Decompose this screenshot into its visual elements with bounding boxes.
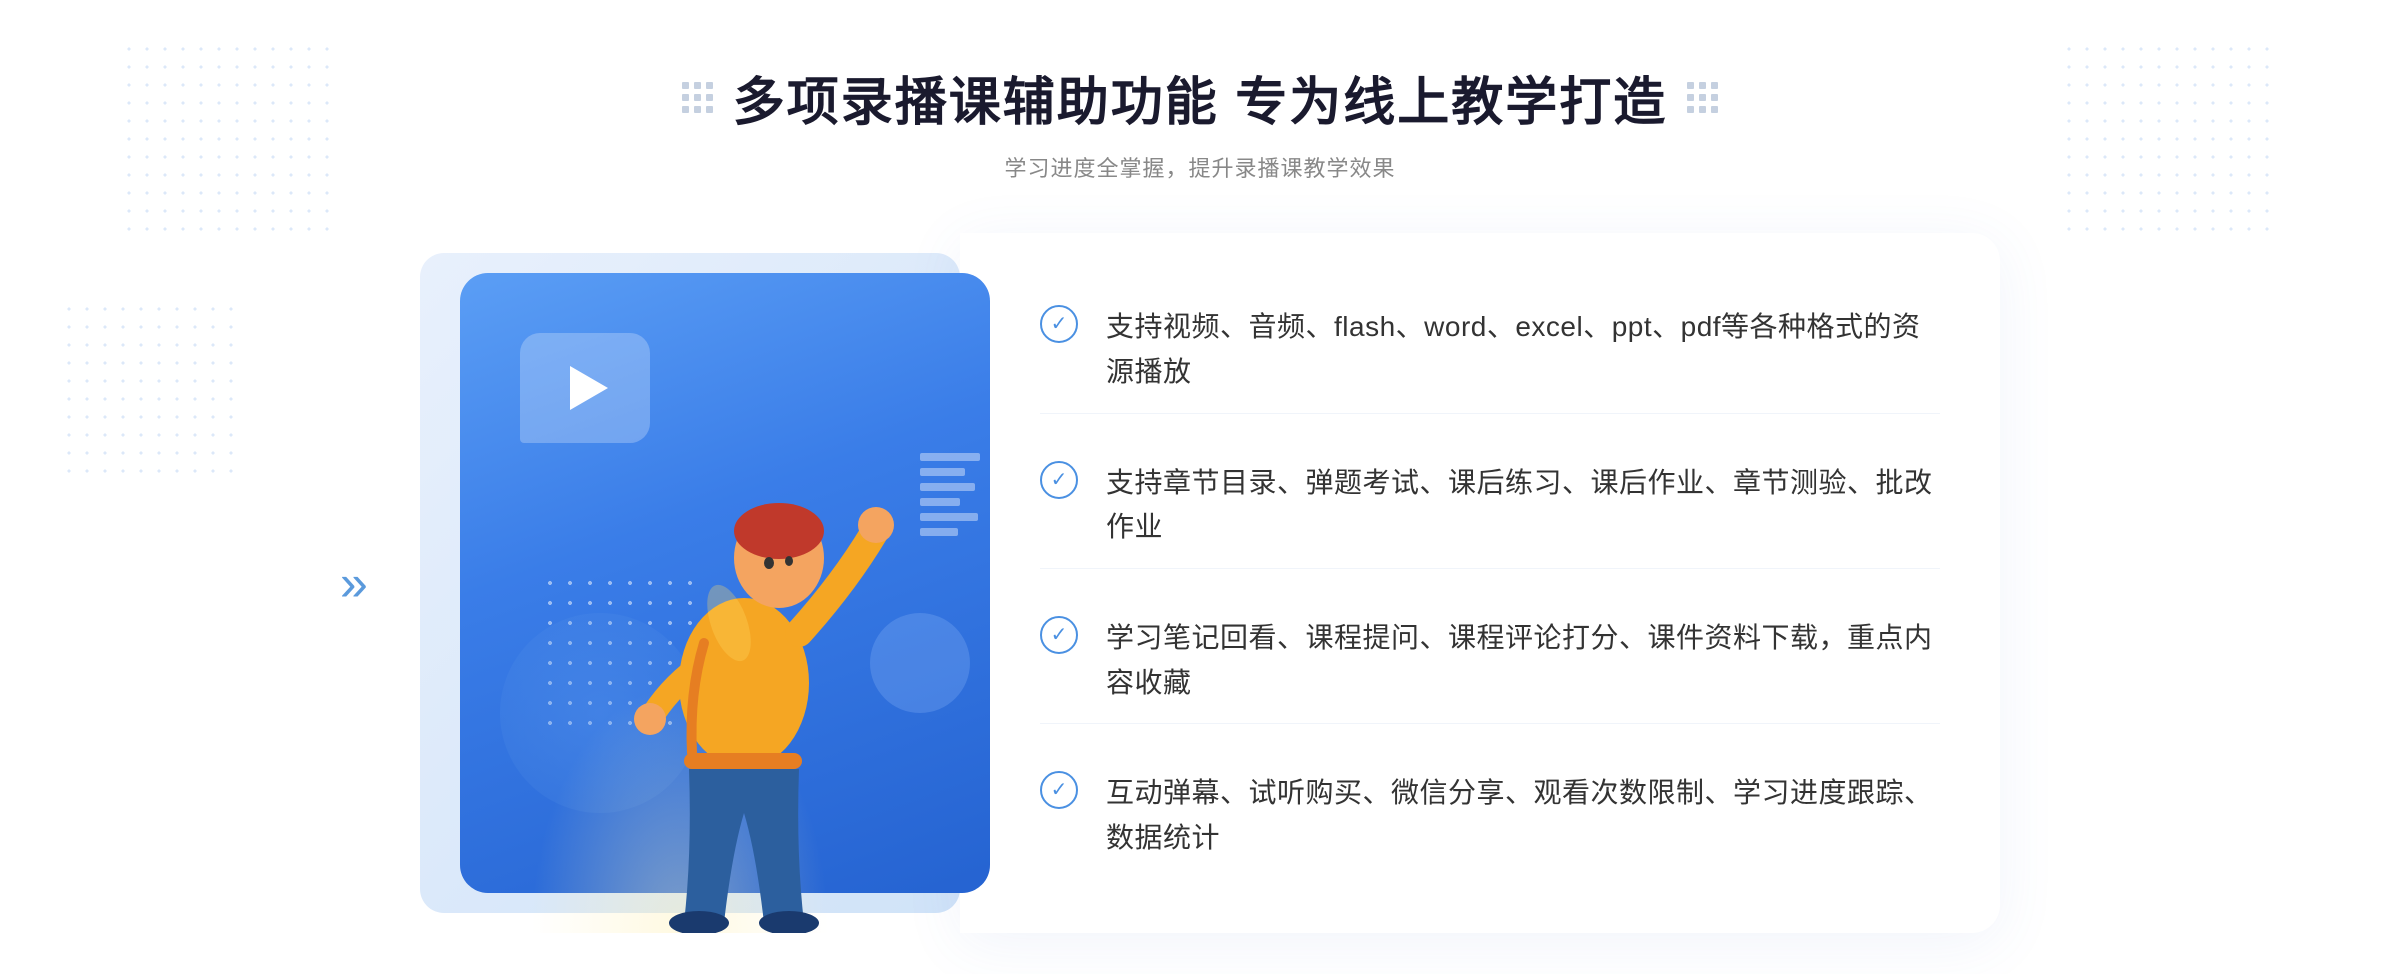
page-wrapper: 多项录播课辅助功能 专为线上教学打造 学习进度全掌握，提升录播课教学效果 xyxy=(0,0,2400,974)
illustration-panel: » xyxy=(400,233,960,933)
person-illustration xyxy=(584,393,904,933)
feature-item-1: ✓ 支持视频、音频、flash、word、excel、ppt、pdf等各种格式的… xyxy=(1040,287,1940,414)
stripe-decoration xyxy=(920,453,980,543)
check-icon-4: ✓ xyxy=(1051,780,1068,800)
bg-dots-right xyxy=(2060,40,2280,240)
check-circle-1: ✓ xyxy=(1040,305,1078,343)
header-title-row: 多项录播课辅助功能 专为线上教学打造 xyxy=(682,60,1718,135)
feature-item-4: ✓ 互动弹幕、试听购买、微信分享、观看次数限制、学习进度跟踪、数据统计 xyxy=(1040,753,1940,879)
check-icon-1: ✓ xyxy=(1051,314,1068,334)
title-dots-left xyxy=(682,82,713,113)
title-dots-right xyxy=(1687,82,1718,113)
check-circle-2: ✓ xyxy=(1040,461,1078,499)
chevron-icon: » xyxy=(340,558,368,608)
header-section: 多项录播课辅助功能 专为线上教学打造 学习进度全掌握，提升录播课教学效果 xyxy=(682,60,1718,183)
check-icon-2: ✓ xyxy=(1051,470,1068,490)
feature-text-2: 支持章节目录、弹题考试、课后练习、课后作业、章节测验、批改作业 xyxy=(1106,461,1940,551)
check-circle-3: ✓ xyxy=(1040,616,1078,654)
bg-dots-left xyxy=(120,40,340,240)
subtitle: 学习进度全掌握，提升录播课教学效果 xyxy=(682,151,1718,183)
main-title: 多项录播课辅助功能 专为线上教学打造 xyxy=(733,60,1667,135)
feature-item-2: ✓ 支持章节目录、弹题考试、课后练习、课后作业、章节测验、批改作业 xyxy=(1040,443,1940,570)
feature-text-4: 互动弹幕、试听购买、微信分享、观看次数限制、学习进度跟踪、数据统计 xyxy=(1106,771,1940,861)
check-icon-3: ✓ xyxy=(1051,625,1068,645)
content-area: » ✓ 支持视频、音频、flash、word、excel、ppt、pdf等各种格… xyxy=(400,233,2000,933)
check-circle-4: ✓ xyxy=(1040,771,1078,809)
features-panel: ✓ 支持视频、音频、flash、word、excel、ppt、pdf等各种格式的… xyxy=(960,233,2000,933)
feature-item-3: ✓ 学习笔记回看、课程提问、课程评论打分、课件资料下载，重点内容收藏 xyxy=(1040,598,1940,725)
left-chevrons: » xyxy=(340,558,368,608)
bg-dots-left2 xyxy=(60,300,240,480)
feature-text-3: 学习笔记回看、课程提问、课程评论打分、课件资料下载，重点内容收藏 xyxy=(1106,616,1940,706)
feature-text-1: 支持视频、音频、flash、word、excel、ppt、pdf等各种格式的资源… xyxy=(1106,305,1940,395)
